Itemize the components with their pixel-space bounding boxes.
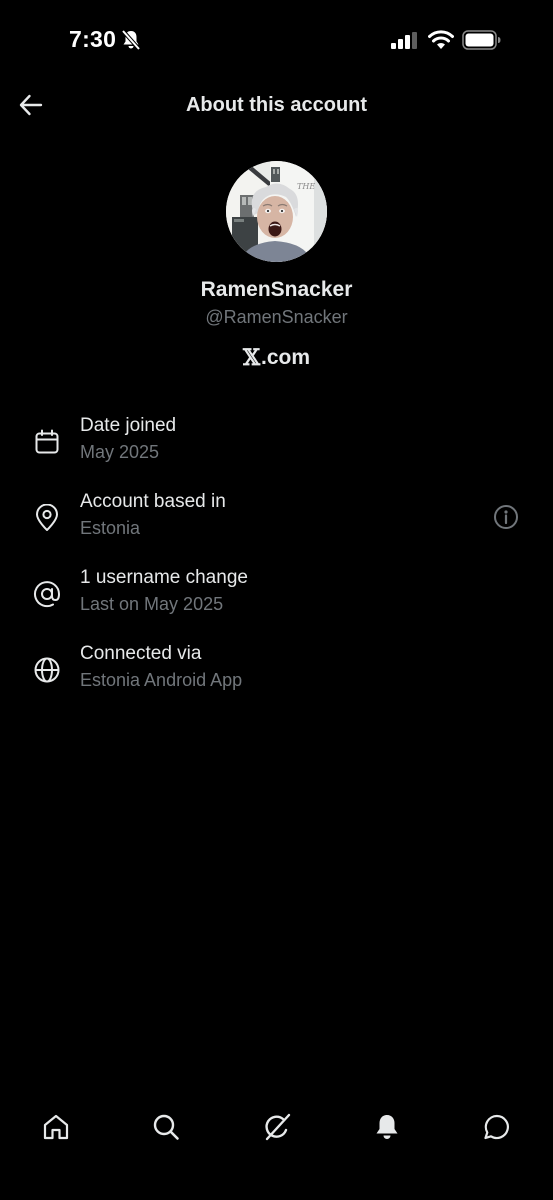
nav-notifications[interactable]: [370, 1110, 404, 1144]
nav-grok[interactable]: [260, 1110, 294, 1144]
notifications-bell-icon: [376, 1115, 398, 1139]
page-title: About this account: [185, 94, 368, 116]
messages-icon: [484, 1114, 509, 1140]
home-icon: [43, 1114, 69, 1140]
search-icon: [153, 1114, 179, 1140]
username-change-label: 1 username change: [80, 567, 248, 588]
wifi-icon: [428, 30, 454, 55]
grok-icon: [265, 1113, 291, 1141]
battery-icon: [462, 30, 502, 55]
x-logo-icon: 𝕏: [242, 345, 261, 371]
at-sign-icon: [32, 579, 62, 609]
platform-label: 𝕏 .com: [0, 345, 553, 371]
calendar-icon: [32, 427, 62, 457]
nav-home[interactable]: [39, 1110, 73, 1144]
about-account-screen: 7:30 About this account THE RamenSnacker…: [0, 0, 553, 1200]
username-change-value: Last on May 2025: [80, 594, 224, 614]
signal-icon: [391, 32, 418, 54]
avatar: THE: [226, 161, 327, 262]
date-joined-row: Date joined May 2025: [0, 413, 553, 473]
info-circle-icon: [494, 505, 518, 529]
nav-messages[interactable]: [480, 1110, 514, 1144]
connected-via-row: Connected via Estonia Android App: [0, 641, 553, 701]
bottom-navigation: [0, 1090, 553, 1200]
svg-text:THE: THE: [297, 182, 315, 191]
bell-slash-icon: [121, 29, 141, 56]
username-handle: @RamenSnacker: [205, 307, 348, 327]
top-app-bar: About this account: [0, 80, 553, 132]
status-bar: 7:30: [0, 0, 553, 80]
account-based-in-row: Account based in Estonia: [0, 489, 553, 549]
account-based-in-value: Estonia: [80, 518, 141, 538]
connected-via-label: Connected via: [80, 643, 202, 664]
date-joined-label: Date joined: [80, 415, 177, 436]
date-joined-value: May 2025: [80, 442, 160, 462]
platform-domain: .com: [261, 346, 311, 369]
status-time: 7:30: [69, 26, 117, 52]
username-change-row: 1 username change Last on May 2025: [0, 565, 553, 625]
globe-icon: [32, 655, 62, 685]
account-based-in-label: Account based in: [80, 491, 226, 512]
display-name: RamenSnacker: [200, 278, 353, 301]
nav-search[interactable]: [149, 1110, 183, 1144]
account-location-info-button[interactable]: [492, 503, 520, 531]
connected-via-value: Estonia Android App: [80, 670, 243, 690]
location-pin-icon: [32, 503, 62, 533]
